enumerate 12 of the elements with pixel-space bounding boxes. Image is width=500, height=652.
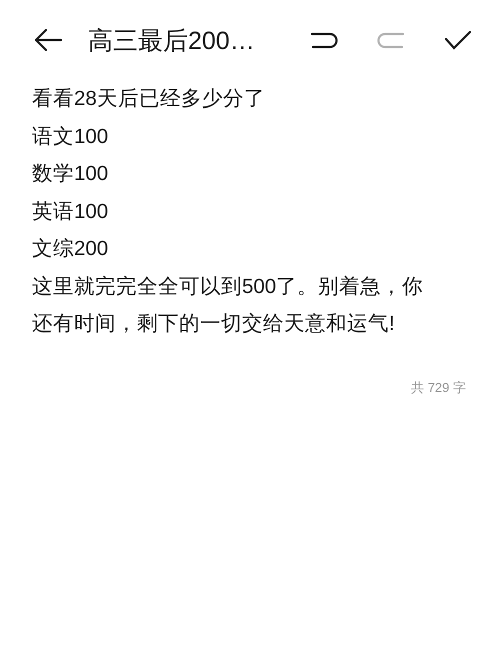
- undo-icon: [310, 30, 338, 50]
- note-text-line: 这里就完完全全可以到500了。别着急，你还有时间，剩下的一切交给天意和运气!: [32, 274, 424, 337]
- checkmark-icon: [444, 30, 472, 50]
- note-title: 高三最后200…: [88, 26, 256, 56]
- back-arrow-icon: [33, 27, 63, 53]
- note-text-line: 英语100: [32, 198, 110, 224]
- note-text-line: 看看28天后已经多少分了: [32, 86, 266, 112]
- redo-icon: [377, 30, 405, 50]
- note-text-line: 数学100: [32, 161, 110, 187]
- note-text-line: 语文100: [32, 124, 110, 150]
- note-text-line: 文综200: [32, 236, 110, 262]
- word-count: 共 729 字: [411, 378, 466, 396]
